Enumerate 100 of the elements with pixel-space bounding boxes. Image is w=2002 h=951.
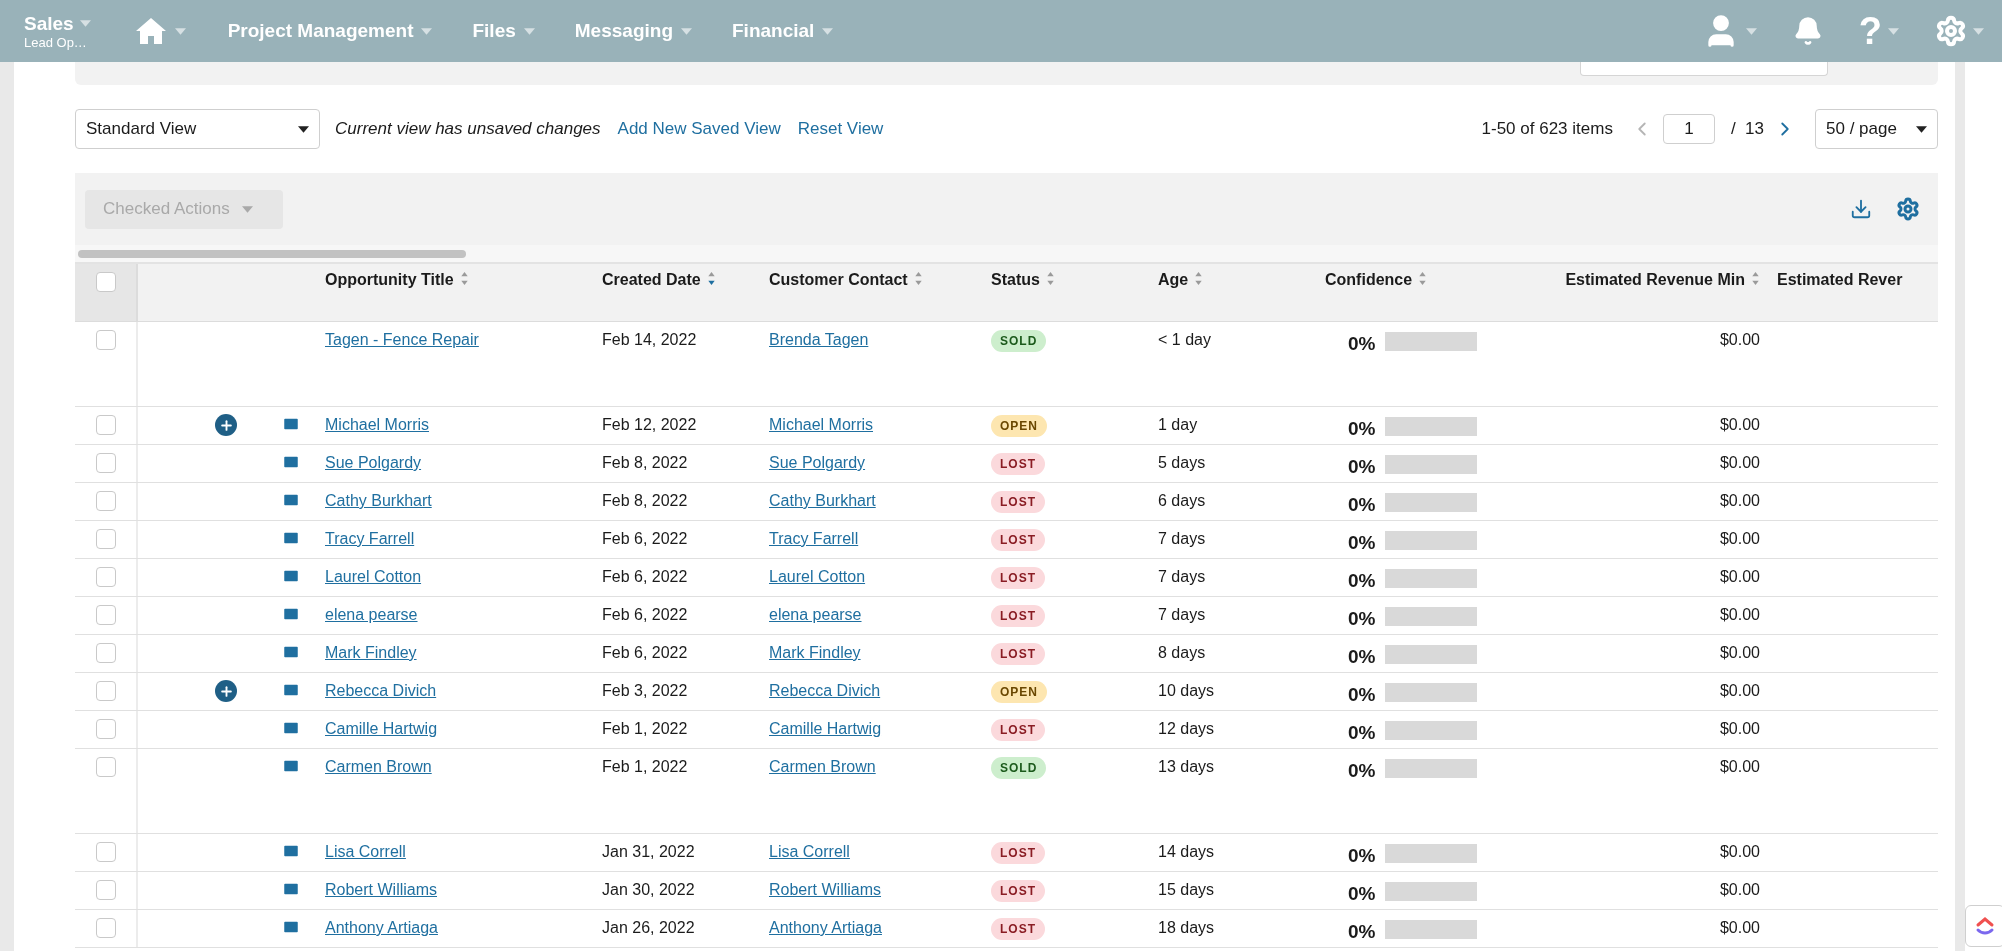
checkbox[interactable] <box>95 643 116 663</box>
module-subtitle: Lead Op… <box>24 35 88 49</box>
contact-link[interactable]: Carmen Brown <box>769 758 876 775</box>
view-link[interactable]: Add New Saved View <box>617 116 781 142</box>
mail-icon[interactable] <box>282 415 300 433</box>
page-size-select[interactable]: 50 / page <box>1815 109 1938 149</box>
contact-link[interactable]: Brenda Tagen <box>769 331 869 348</box>
contact-link[interactable]: Anthony Artiaga <box>769 919 882 936</box>
contact-link[interactable]: Lisa Correll <box>769 843 850 860</box>
mail-icon[interactable] <box>282 918 300 936</box>
opportunity-link[interactable]: Carmen Brown <box>325 758 432 775</box>
column-header[interactable]: Opportunity Title <box>325 268 454 292</box>
created-date: Feb 1, 2022 <box>602 720 688 737</box>
contact-link[interactable]: Michael Morris <box>769 416 873 433</box>
mail-icon[interactable] <box>282 453 300 471</box>
settings-icon[interactable] <box>1896 197 1920 221</box>
filter-field[interactable] <box>1580 62 1828 76</box>
mail-icon[interactable] <box>282 719 300 737</box>
opportunity-link[interactable]: Tracy Farrell <box>325 530 415 547</box>
mail-icon[interactable] <box>282 757 300 775</box>
checkbox[interactable] <box>95 453 116 473</box>
created-date: Feb 12, 2022 <box>602 416 697 433</box>
contact-link[interactable]: Camille Hartwig <box>769 720 882 737</box>
created-date: Feb 8, 2022 <box>602 492 688 509</box>
column-header[interactable]: Age <box>1158 268 1189 292</box>
column-header[interactable]: Customer Contact <box>769 268 908 292</box>
contact-link[interactable]: Laurel Cotton <box>769 568 866 585</box>
contact-link[interactable]: Tracy Farrell <box>769 530 859 547</box>
contact-link[interactable]: Robert Williams <box>769 881 881 898</box>
opportunity-link[interactable]: Anthony Artiaga <box>325 919 438 936</box>
age-text: 6 days <box>1158 492 1206 509</box>
opportunity-link[interactable]: Sue Polgardy <box>325 454 422 471</box>
mail-icon[interactable] <box>282 567 300 585</box>
mail-icon[interactable] <box>282 681 300 699</box>
age-text: 12 days <box>1158 720 1215 737</box>
sort-icon[interactable] <box>459 271 469 286</box>
page-field[interactable]: 1 <box>1662 114 1715 144</box>
sort-icon[interactable] <box>706 271 716 286</box>
checkbox[interactable] <box>95 567 116 587</box>
mail-icon[interactable] <box>282 605 300 623</box>
checkbox[interactable] <box>95 880 116 900</box>
mail-icon[interactable] <box>282 529 300 547</box>
contact-link[interactable]: Mark Findley <box>769 644 861 661</box>
checkbox[interactable] <box>95 719 116 739</box>
checkbox[interactable] <box>95 529 116 549</box>
opportunity-link[interactable]: Rebecca Divich <box>325 682 437 699</box>
horizontal-scrollbar[interactable] <box>78 249 466 258</box>
contact-link[interactable]: Sue Polgardy <box>769 454 866 471</box>
checkbox[interactable] <box>95 757 116 777</box>
mail-icon[interactable] <box>282 842 300 860</box>
download-icon[interactable] <box>1850 198 1872 220</box>
column-header[interactable]: Status <box>991 268 1040 292</box>
opportunity-link[interactable]: Robert Williams <box>325 881 437 898</box>
mail-icon[interactable] <box>282 491 300 509</box>
checkbox[interactable] <box>95 415 116 435</box>
add-button[interactable] <box>215 680 237 702</box>
opportunity-link[interactable]: Mark Findley <box>325 644 417 661</box>
checkbox[interactable] <box>95 842 116 862</box>
checkbox[interactable] <box>95 918 116 938</box>
status-tag: LOST <box>991 529 1045 551</box>
revenue-min: $0.00 <box>1719 644 1760 661</box>
sort-icon[interactable] <box>913 271 923 286</box>
mail-icon[interactable] <box>282 643 300 661</box>
status-tag: OPEN <box>991 415 1047 437</box>
home-icon <box>134 17 167 45</box>
checkbox[interactable] <box>95 491 116 511</box>
column-header[interactable]: Estimated Rever <box>1777 268 1903 292</box>
checkbox[interactable] <box>95 605 116 625</box>
age-text: 18 days <box>1158 919 1215 936</box>
revenue-min: $0.00 <box>1719 919 1760 936</box>
checkbox[interactable] <box>95 681 116 701</box>
mail-icon[interactable] <box>282 880 300 898</box>
contact-link[interactable]: Cathy Burkhart <box>769 492 876 509</box>
opportunity-link[interactable]: Tagen - Fence Repair <box>325 331 479 348</box>
contact-link[interactable]: Rebecca Divich <box>769 682 881 699</box>
column-header[interactable]: Estimated Revenue Min <box>1565 268 1745 292</box>
opportunity-link[interactable]: elena pearse <box>325 606 418 623</box>
opportunity-link[interactable]: Camille Hartwig <box>325 720 438 737</box>
page-total: / 13 <box>1730 118 1764 141</box>
opportunity-link[interactable]: Lisa Correll <box>325 843 406 860</box>
sort-icon[interactable] <box>1045 271 1055 286</box>
sort-icon[interactable] <box>1194 271 1204 286</box>
add-button[interactable] <box>215 414 237 436</box>
sort-icon[interactable] <box>1418 271 1428 286</box>
contact-link[interactable]: elena pearse <box>769 606 862 623</box>
caret-icon <box>1916 125 1927 133</box>
checkbox[interactable] <box>95 330 116 350</box>
column-header[interactable]: Confidence <box>1325 268 1413 292</box>
caret-icon <box>174 27 186 35</box>
sort-icon[interactable] <box>1751 271 1760 286</box>
created-date: Jan 30, 2022 <box>602 881 695 898</box>
checkbox[interactable] <box>95 272 116 292</box>
age-text: 7 days <box>1158 568 1206 585</box>
opportunity-link[interactable]: Cathy Burkhart <box>325 492 432 509</box>
view-select[interactable]: Standard View <box>75 109 320 149</box>
view-link[interactable]: Reset View <box>797 116 884 142</box>
opportunity-link[interactable]: Laurel Cotton <box>325 568 422 585</box>
floating-help-button[interactable] <box>1965 905 2002 947</box>
opportunity-link[interactable]: Michael Morris <box>325 416 429 433</box>
column-header[interactable]: Created Date <box>602 268 701 292</box>
